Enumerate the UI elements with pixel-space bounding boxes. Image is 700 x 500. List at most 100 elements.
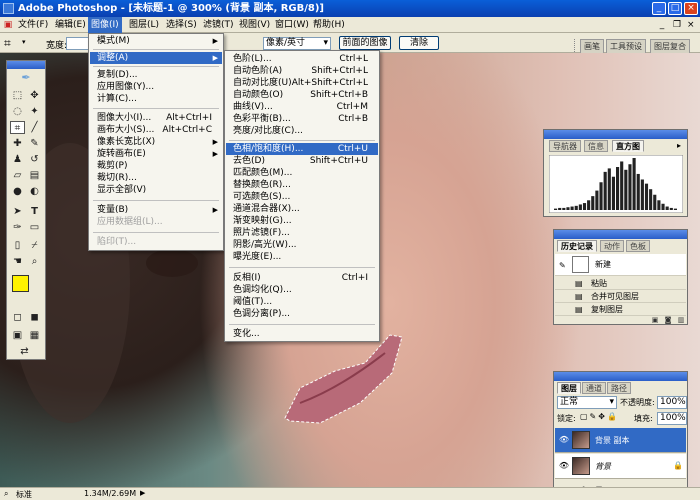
- history-item[interactable]: ▤ 粘贴: [555, 277, 686, 290]
- menu-item-posterize[interactable]: 色调分离(P)...: [226, 308, 378, 320]
- menu-item-threshold[interactable]: 阈值(T)...: [226, 296, 378, 308]
- tab-navigator[interactable]: 导航器: [549, 140, 581, 152]
- doc-close-button[interactable]: ×: [684, 17, 696, 33]
- panel-menu-icon[interactable]: ▸: [677, 141, 681, 150]
- menu-item-desaturate[interactable]: 去色(D) Shift+Ctrl+U: [226, 155, 378, 167]
- doc-restore-button[interactable]: ❐: [670, 17, 682, 33]
- front-image-button[interactable]: 前面的图像: [339, 36, 391, 50]
- crop-icon[interactable]: ⌗: [10, 121, 25, 134]
- gradient-icon[interactable]: ▤: [27, 169, 42, 182]
- path-select-icon[interactable]: ➤: [10, 205, 25, 218]
- tab-swatches[interactable]: 色板: [626, 240, 650, 252]
- move-icon[interactable]: ✥: [27, 89, 42, 102]
- quick-mask-icon[interactable]: ◼: [27, 311, 42, 324]
- menu-item-auto-contrast[interactable]: 自动对比度(U) Alt+Shift+Ctrl+L: [226, 77, 378, 89]
- new-document-from-state-icon[interactable]: ▣: [650, 316, 660, 325]
- doc-minimize-button[interactable]: _: [656, 17, 668, 33]
- hand-icon[interactable]: ☚: [10, 255, 25, 268]
- menu-item-selective-color[interactable]: 可选颜色(S)...: [226, 191, 378, 203]
- tab-tool-presets[interactable]: 工具预设: [606, 39, 646, 53]
- menu-item-invert[interactable]: 反相(I) Ctrl+I: [226, 272, 378, 284]
- menu-item-apply-image[interactable]: 应用图像(Y)...: [90, 81, 222, 93]
- fill-field[interactable]: 100%: [657, 412, 687, 425]
- menu-item-equalize[interactable]: 色调均化(Q)...: [226, 284, 378, 296]
- menu-item-crop[interactable]: 裁剪(P): [90, 160, 222, 172]
- menu-image[interactable]: 图像(I): [88, 17, 122, 33]
- maximize-button[interactable]: □: [668, 2, 682, 15]
- menu-item-match-color[interactable]: 匹配颜色(M)...: [226, 167, 378, 179]
- menu-item-shadow-highlight[interactable]: 阴影/高光(W)...: [226, 239, 378, 251]
- trash-icon[interactable]: ▥: [676, 316, 686, 325]
- panel-titlebar[interactable]: [554, 372, 687, 381]
- standard-mode-icon[interactable]: ◻: [10, 311, 25, 324]
- tool-preset-dropdown-icon[interactable]: ▾: [22, 38, 26, 46]
- menu-item-calculations[interactable]: 计算(C)...: [90, 93, 222, 105]
- menu-item-reveal-all[interactable]: 显示全部(V): [90, 184, 222, 196]
- clone-stamp-icon[interactable]: ♟: [10, 153, 25, 166]
- type-icon[interactable]: T: [27, 205, 42, 218]
- pen-icon[interactable]: ✑: [10, 221, 25, 234]
- document-icon[interactable]: ▣: [3, 17, 13, 33]
- eye-icon[interactable]: 👁: [558, 461, 570, 471]
- panel-titlebar[interactable]: [554, 230, 687, 239]
- menu-item-photo-filter[interactable]: 照片滤镜(F)...: [226, 227, 378, 239]
- brush-icon[interactable]: ✎: [27, 137, 42, 150]
- history-item[interactable]: ▤ 复制图层: [555, 303, 686, 316]
- new-snapshot-icon[interactable]: ◙: [663, 316, 673, 325]
- marquee-icon[interactable]: ⬚: [10, 89, 25, 102]
- menu-item-variations[interactable]: 变化...: [226, 328, 378, 340]
- menu-item-variables[interactable]: 变量(B) ▶: [90, 204, 222, 216]
- tab-histogram[interactable]: 直方图: [612, 140, 644, 152]
- lips-selection[interactable]: [284, 334, 403, 424]
- photoshop-app-icon[interactable]: [3, 3, 14, 14]
- history-snapshot[interactable]: ✎ 新建: [555, 254, 686, 276]
- tab-info[interactable]: 信息: [584, 140, 608, 152]
- minimize-button[interactable]: _: [652, 2, 666, 15]
- blur-icon[interactable]: ●: [10, 185, 25, 198]
- menu-filter[interactable]: 滤镜(T): [200, 17, 237, 33]
- jump-to-imageready-icon[interactable]: ⇄: [17, 345, 32, 358]
- menu-help[interactable]: 帮助(H): [310, 17, 348, 33]
- tab-history[interactable]: 历史记录: [557, 240, 597, 252]
- dodge-icon[interactable]: ◐: [27, 185, 42, 198]
- menu-item-canvas-size[interactable]: 画布大小(S)... Alt+Ctrl+C: [90, 124, 222, 136]
- clear-button[interactable]: 清除: [399, 36, 439, 50]
- mode-label[interactable]: 标准: [16, 489, 32, 500]
- resolution-unit-select[interactable]: 像素/英寸 ▾: [263, 37, 331, 50]
- history-brush-icon[interactable]: ↺: [27, 153, 42, 166]
- menu-item-gradient-map[interactable]: 渐变映射(G)...: [226, 215, 378, 227]
- menu-file[interactable]: 文件(F): [15, 17, 51, 33]
- history-item[interactable]: ▤ 合并可见图层: [555, 290, 686, 303]
- lasso-icon[interactable]: ◌: [10, 105, 25, 118]
- tab-layers[interactable]: 图层: [557, 382, 581, 394]
- tab-paths[interactable]: 路径: [607, 382, 631, 394]
- lock-icons[interactable]: ▢✎✥🔒: [580, 412, 619, 421]
- foreground-color-swatch[interactable]: [12, 275, 29, 292]
- width-field[interactable]: [66, 37, 90, 50]
- crop-tool-icon[interactable]: ⌗: [4, 36, 11, 51]
- layer-row[interactable]: 👁 背景 🔒: [555, 454, 686, 479]
- menu-item-adjust[interactable]: 调整(A) ▶: [90, 52, 222, 64]
- healing-brush-icon[interactable]: ✚: [10, 137, 25, 150]
- menu-item-trim[interactable]: 裁切(R)...: [90, 172, 222, 184]
- toolbox-titlebar[interactable]: [7, 61, 45, 69]
- tab-channels[interactable]: 通道: [582, 382, 606, 394]
- eraser-icon[interactable]: ▱: [10, 169, 25, 182]
- screen-mode-standard-icon[interactable]: ▣: [10, 329, 25, 342]
- screen-mode-full-icon[interactable]: ▦: [27, 329, 42, 342]
- menu-item-auto-levels[interactable]: 自动色阶(A) Shift+Ctrl+L: [226, 65, 378, 77]
- menu-item-duplicate[interactable]: 复制(D)...: [90, 69, 222, 81]
- menu-item-rotate-canvas[interactable]: 旋转画布(E) ▶: [90, 148, 222, 160]
- magic-wand-icon[interactable]: ✦: [27, 105, 42, 118]
- shape-icon[interactable]: ▭: [27, 221, 42, 234]
- opacity-field[interactable]: 100%: [657, 396, 687, 409]
- menu-item-curves[interactable]: 曲线(V)... Ctrl+M: [226, 101, 378, 113]
- menu-item-mode[interactable]: 模式(M) ▶: [90, 35, 222, 47]
- menu-item-color-balance[interactable]: 色彩平衡(B)... Ctrl+B: [226, 113, 378, 125]
- menu-item-exposure[interactable]: 曝光度(E)...: [226, 251, 378, 263]
- notes-icon[interactable]: ▯: [10, 239, 25, 252]
- eyedropper-icon[interactable]: ⌿: [27, 239, 42, 252]
- tab-actions[interactable]: 动作: [600, 240, 624, 252]
- menu-item-brightness-contrast[interactable]: 亮度/对比度(C)...: [226, 125, 378, 137]
- eye-icon[interactable]: 👁: [558, 435, 570, 445]
